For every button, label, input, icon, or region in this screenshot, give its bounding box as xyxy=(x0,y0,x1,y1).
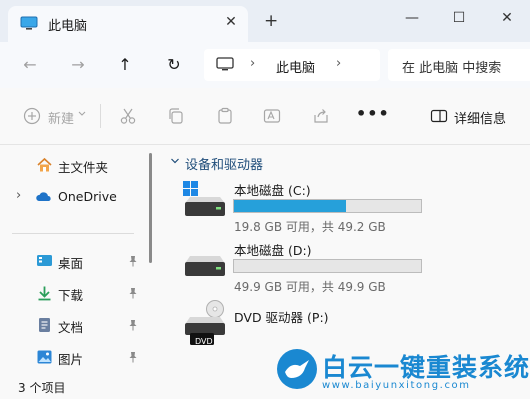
hard-drive-icon xyxy=(185,256,225,276)
minimize-button[interactable]: — xyxy=(398,8,426,28)
address-bar[interactable]: › 此电脑 › xyxy=(204,49,380,81)
rename-icon[interactable] xyxy=(263,107,281,125)
sidebar-item-pictures[interactable]: 图片 xyxy=(0,343,150,371)
bird-logo-icon xyxy=(277,349,317,389)
back-button[interactable]: ← xyxy=(18,55,42,75)
watermark-url: www.baiyunxitong.com xyxy=(322,380,471,391)
content-pane: 设备和驱动器 本地磁盘 (C:) 19.8 GB 可用，共 49.2 GB 本地… xyxy=(160,145,530,375)
drive-name: 本地磁盘 (C:) xyxy=(234,183,311,198)
sidebar-item-label: 主文件夹 xyxy=(58,160,109,175)
share-icon[interactable] xyxy=(312,107,330,125)
pin-icon[interactable] xyxy=(128,287,138,299)
sidebar-item-label: 文档 xyxy=(58,320,84,335)
paste-icon[interactable] xyxy=(216,107,234,125)
copy-icon[interactable] xyxy=(167,107,185,125)
group-header[interactable]: 设备和驱动器 xyxy=(185,154,263,173)
tab-close-icon[interactable]: ✕ xyxy=(222,13,240,31)
download-icon xyxy=(38,286,51,301)
drive-c[interactable]: 本地磁盘 (C:) 19.8 GB 可用，共 49.2 GB xyxy=(182,180,512,240)
storage-bar xyxy=(233,199,422,213)
add-circle-icon[interactable] xyxy=(23,107,41,125)
details-pane-icon[interactable] xyxy=(430,107,448,125)
sidebar-divider xyxy=(12,233,134,234)
new-tab-button[interactable]: + xyxy=(264,12,278,30)
toolbar-divider xyxy=(100,104,101,128)
sidebar-item-documents[interactable]: 文档 xyxy=(0,311,150,339)
home-icon xyxy=(37,157,52,172)
search-box[interactable]: 在 此电脑 中搜索 xyxy=(388,49,530,81)
pin-icon[interactable] xyxy=(128,255,138,267)
breadcrumb-separator[interactable]: › xyxy=(250,56,255,71)
watermark-title: 白云一键重装系统 xyxy=(322,353,530,382)
forward-button[interactable]: → xyxy=(66,55,90,75)
close-window-button[interactable]: ✕ xyxy=(493,8,521,28)
sidebar-item-label: 下载 xyxy=(58,288,84,303)
storage-bar xyxy=(233,259,422,273)
navigation-pane: 主文件夹 › OneDrive 桌面 下载 文档 图片 xyxy=(0,145,158,375)
drive-dvd[interactable]: DVD DVD 驱动器 (P:) xyxy=(182,300,512,351)
tab-this-pc[interactable]: 此电脑 ✕ xyxy=(8,6,248,42)
drive-name: 本地磁盘 (D:) xyxy=(234,243,312,258)
navigation-bar: ← → ↑ ↻ › 此电脑 › 在 此电脑 中搜索 xyxy=(0,42,530,88)
new-button[interactable]: 新建 xyxy=(48,108,74,127)
more-options-button[interactable]: ••• xyxy=(356,104,390,123)
chevron-down-icon xyxy=(78,111,86,116)
sidebar-item-label: 桌面 xyxy=(58,256,84,271)
tab-title: 此电脑 xyxy=(48,19,88,34)
chevron-down-icon[interactable] xyxy=(170,156,180,166)
expand-chevron-icon[interactable]: › xyxy=(16,188,21,203)
command-bar: 新建 ••• 详细信息 xyxy=(0,88,530,145)
desktop-icon xyxy=(37,255,52,266)
drive-free-space: 19.8 GB 可用，共 49.2 GB xyxy=(234,220,386,234)
pin-icon[interactable] xyxy=(128,319,138,331)
cut-icon[interactable] xyxy=(119,107,137,125)
pin-icon[interactable] xyxy=(128,351,138,363)
maximize-button[interactable]: ☐ xyxy=(445,8,473,28)
watermark: 白云一键重装系统 www.baiyunxitong.com xyxy=(270,346,530,399)
tab-strip: 此电脑 ✕ + — ☐ ✕ xyxy=(0,0,530,42)
sidebar-scrollbar[interactable] xyxy=(149,153,152,263)
up-button[interactable]: ↑ xyxy=(113,55,137,75)
search-placeholder: 在 此电脑 中搜索 xyxy=(402,61,502,76)
cloud-icon xyxy=(36,192,51,201)
file-explorer-window: 此电脑 ✕ + — ☐ ✕ ← → ↑ ↻ › 此电脑 › 在 此电脑 中搜索 xyxy=(0,0,530,399)
drive-name: DVD 驱动器 (P:) xyxy=(234,310,329,325)
breadcrumb-separator[interactable]: › xyxy=(336,56,341,71)
dvd-badge-label: DVD xyxy=(195,337,213,346)
sidebar-item-home[interactable]: 主文件夹 xyxy=(0,151,150,179)
sidebar-item-downloads[interactable]: 下载 xyxy=(0,279,150,307)
document-icon xyxy=(39,318,50,332)
system-drive-icon xyxy=(183,181,225,216)
storage-bar-fill xyxy=(234,200,347,212)
breadcrumb-this-pc[interactable]: 此电脑 xyxy=(276,57,315,76)
computer-icon xyxy=(216,57,234,71)
refresh-button[interactable]: ↻ xyxy=(162,55,186,75)
computer-icon xyxy=(20,16,38,30)
details-button[interactable]: 详细信息 xyxy=(454,108,506,127)
item-count: 3 个项目 xyxy=(18,381,66,395)
sidebar-item-label: 图片 xyxy=(58,352,84,367)
drive-free-space: 49.9 GB 可用，共 49.9 GB xyxy=(234,280,386,294)
sidebar-item-onedrive[interactable]: › OneDrive xyxy=(0,183,150,211)
pictures-icon xyxy=(37,350,52,364)
sidebar-item-label: OneDrive xyxy=(58,189,117,204)
drive-d[interactable]: 本地磁盘 (D:) 49.9 GB 可用，共 49.9 GB xyxy=(182,240,512,300)
sidebar-item-desktop[interactable]: 桌面 xyxy=(0,247,150,275)
